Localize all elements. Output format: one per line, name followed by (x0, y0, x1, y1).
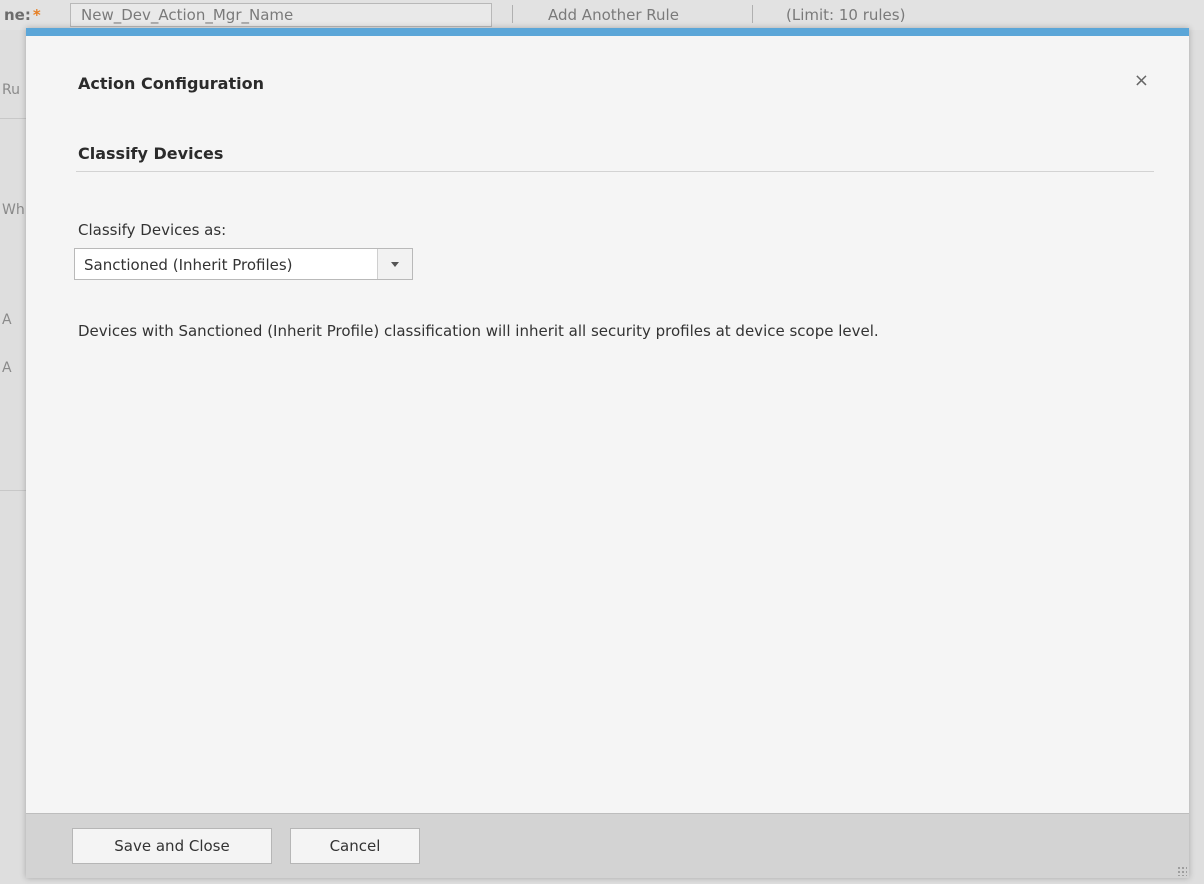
add-another-rule-link[interactable]: Add Another Rule (548, 6, 679, 24)
rule-limit-text: (Limit: 10 rules) (786, 6, 906, 24)
required-indicator: * (32, 6, 41, 24)
classify-devices-select[interactable]: Sanctioned (Inherit Profiles) (74, 248, 413, 280)
background-side-text: A (2, 312, 12, 328)
action-configuration-dialog: Action Configuration × Classify Devices … (26, 28, 1189, 878)
cancel-button[interactable]: Cancel (290, 828, 420, 864)
background-side-text: Wh (2, 202, 25, 218)
close-icon[interactable]: × (1134, 70, 1149, 91)
background-name-label: ne: * (4, 6, 41, 24)
dropdown-toggle[interactable] (377, 249, 412, 279)
dialog-footer: Save and Close Cancel (26, 813, 1189, 878)
background-toolbar: ne: * New_Dev_Action_Mgr_Name Add Another… (0, 0, 1204, 30)
section-title: Classify Devices (78, 144, 224, 163)
background-name-input[interactable]: New_Dev_Action_Mgr_Name (70, 3, 492, 27)
dialog-title: Action Configuration (78, 74, 264, 93)
classify-devices-selected-value: Sanctioned (Inherit Profiles) (84, 256, 293, 274)
background-side-text: Ru (2, 82, 20, 98)
classification-description: Devices with Sanctioned (Inherit Profile… (78, 322, 879, 340)
classify-devices-label: Classify Devices as: (78, 221, 227, 239)
save-and-close-button[interactable]: Save and Close (72, 828, 272, 864)
section-divider (76, 171, 1154, 172)
chevron-down-icon (391, 262, 399, 267)
resize-grip-icon[interactable] (1177, 866, 1187, 876)
background-separator (512, 5, 513, 23)
background-name-value: New_Dev_Action_Mgr_Name (81, 6, 294, 24)
background-side-text: A (2, 360, 12, 376)
background-separator (752, 5, 753, 23)
